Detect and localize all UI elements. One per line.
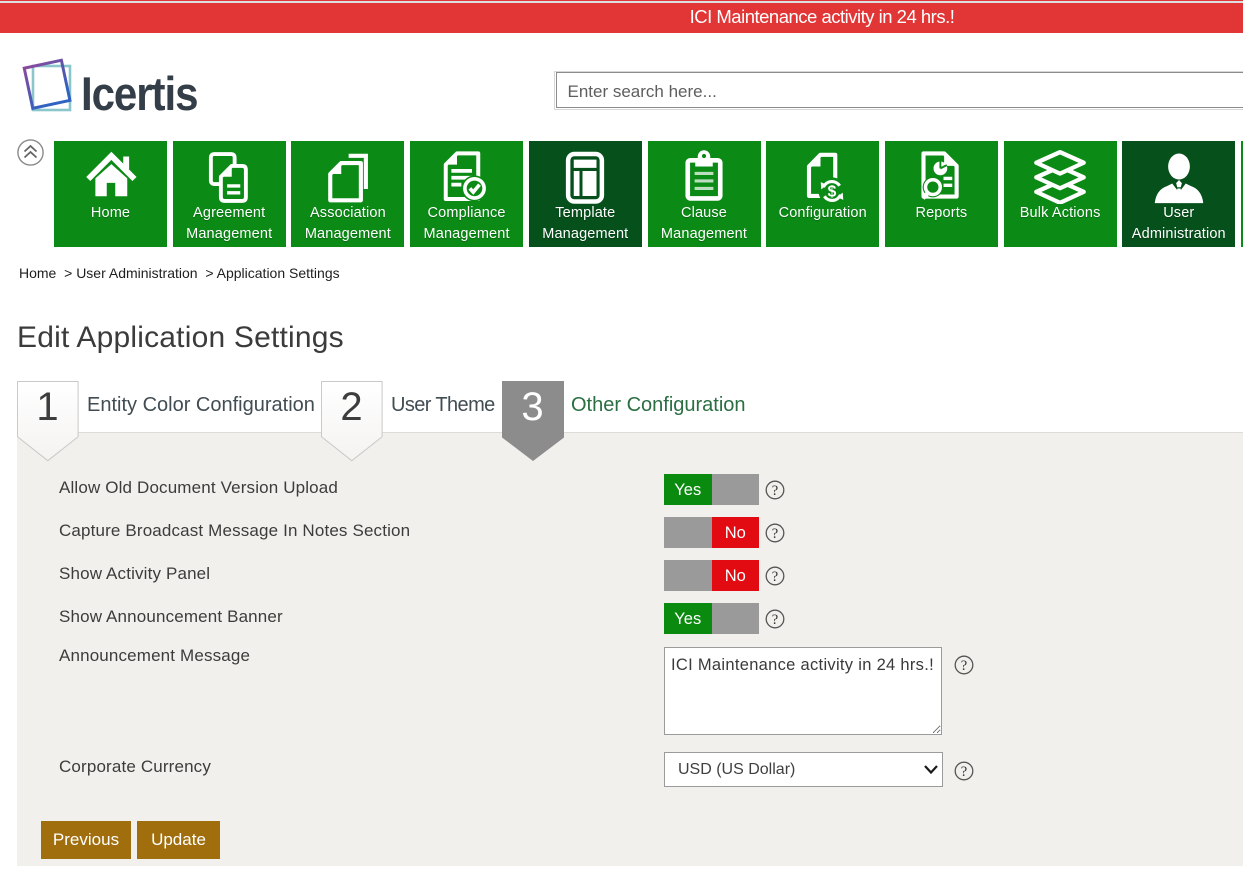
svg-text:?: ?: [772, 526, 778, 542]
svg-text:$: $: [827, 184, 836, 201]
svg-text:?: ?: [961, 764, 967, 780]
svg-text:?: ?: [772, 612, 778, 628]
svg-text:Icertis: Icertis: [81, 69, 197, 118]
svg-text:?: ?: [961, 658, 967, 674]
svg-text:?: ?: [772, 483, 778, 499]
svg-text:?: ?: [772, 569, 778, 585]
